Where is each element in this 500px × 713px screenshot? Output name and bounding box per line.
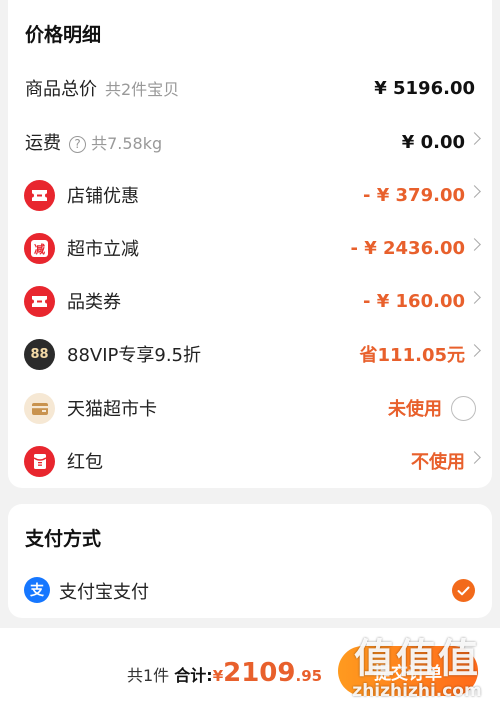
coupon-ticket-icon <box>24 180 55 211</box>
order-total-summary: 共1件 合计:¥2109.95 <box>127 658 322 688</box>
store-discount-label: 店铺优惠 <box>67 186 139 207</box>
chevron-right-icon <box>468 344 481 357</box>
total-amount: ¥2109.95 <box>212 658 323 688</box>
price-row-tmall-market-card[interactable]: 天猫超市卡 未使用 <box>8 388 492 428</box>
checkout-bottom-bar: 共1件 合计:¥2109.95 提交订单 值值值 zhizhizhi.com <box>0 628 500 713</box>
question-icon[interactable]: ? <box>69 135 86 153</box>
shipping-value: ¥ 0.00 <box>401 131 465 153</box>
store-discount-value: - ¥ 379.00 <box>363 184 465 206</box>
88vip-badge-icon: 88 <box>24 339 55 370</box>
tmall-card-label: 天猫超市卡 <box>67 399 157 420</box>
price-row-shipping[interactable]: 运费? 共7.58kg ¥ 0.00 <box>8 122 492 162</box>
price-row-market-instant-discount[interactable]: 减 超市立减 - ¥ 2436.00 <box>8 228 492 268</box>
market-discount-value: - ¥ 2436.00 <box>350 237 465 259</box>
shipping-weight-text: 共7.58kg <box>91 134 163 153</box>
price-row-goods-total: 商品总价 共2件宝贝 ¥ 5196.00 <box>8 68 492 108</box>
payment-method-card: 支付方式 支 支付宝支付 <box>8 504 492 618</box>
price-row-red-packet[interactable]: 红包 不使用 <box>8 441 492 481</box>
shipping-label: 运费? 共7.58kg <box>25 133 163 154</box>
chevron-right-icon <box>468 238 481 251</box>
red-packet-value: 不使用 <box>411 452 465 473</box>
chevron-right-icon <box>468 132 481 145</box>
alipay-icon: 支 <box>24 577 50 603</box>
total-label: 合计: <box>174 666 213 685</box>
category-coupon-label: 品类券 <box>67 292 121 313</box>
tmall-card-value: 未使用 <box>388 399 442 420</box>
red-packet-icon <box>24 446 55 477</box>
price-detail-card: 价格明细 商品总价 共2件宝贝 ¥ 5196.00 运费? 共7.58kg ¥ 0… <box>8 0 492 488</box>
site-watermark: 值值值 zhizhizhi.com <box>352 636 482 701</box>
goods-total-value: ¥ 5196.00 <box>374 77 475 99</box>
coupon-ticket-icon <box>24 286 55 317</box>
tmall-card-radio[interactable] <box>451 396 476 421</box>
chevron-right-icon <box>468 185 481 198</box>
88vip-label: 88VIP专享9.5折 <box>67 345 202 366</box>
price-row-category-coupon[interactable]: 品类券 - ¥ 160.00 <box>8 281 492 321</box>
goods-total-label: 商品总价 共2件宝贝 <box>25 79 180 100</box>
price-detail-title: 价格明细 <box>25 24 102 46</box>
item-count-text: 共1件 <box>127 666 170 685</box>
payment-option-alipay[interactable]: 支 支付宝支付 <box>8 571 492 611</box>
chevron-right-icon <box>468 291 481 304</box>
selected-check-icon[interactable] <box>452 579 475 602</box>
goods-count-text: 共2件宝贝 <box>105 80 180 99</box>
price-row-88vip[interactable]: 88 88VIP专享9.5折 省111.05元 <box>8 334 492 374</box>
instant-discount-icon: 减 <box>24 233 55 264</box>
price-row-store-discount[interactable]: 店铺优惠 - ¥ 379.00 <box>8 175 492 215</box>
red-packet-label: 红包 <box>67 452 103 473</box>
category-coupon-value: - ¥ 160.00 <box>363 290 465 312</box>
chevron-right-icon <box>468 451 481 464</box>
market-discount-label: 超市立减 <box>67 239 139 260</box>
wallet-card-icon <box>24 393 55 424</box>
payment-method-title: 支付方式 <box>25 528 102 550</box>
alipay-label: 支付宝支付 <box>59 582 149 603</box>
88vip-saving-value: 省111.05元 <box>359 345 465 366</box>
